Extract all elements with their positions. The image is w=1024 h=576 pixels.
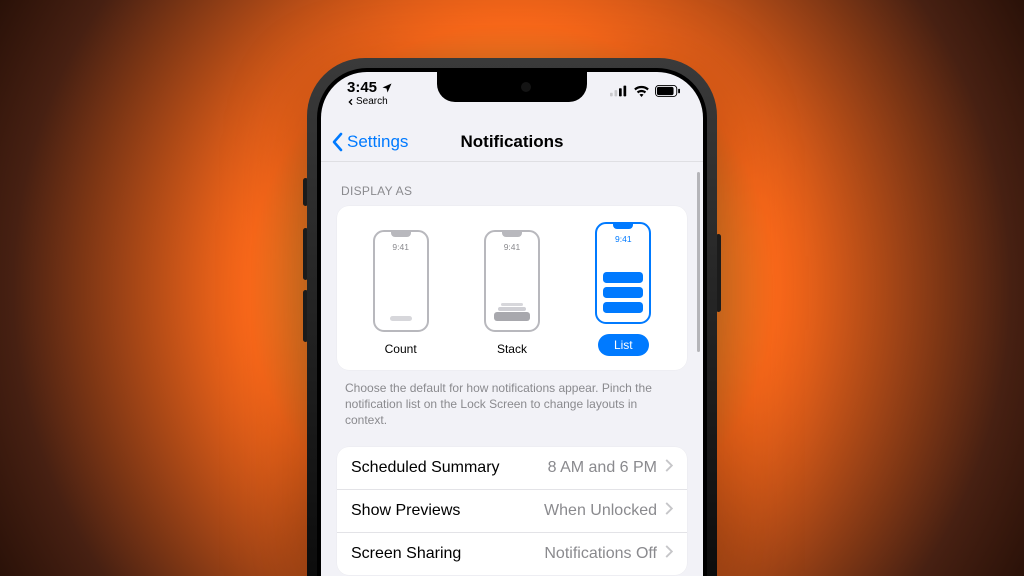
phone-mockup: 3:45 Search: [307, 58, 717, 576]
settings-content: DISPLAY AS 9:41 Count: [321, 164, 703, 576]
option-count-label: Count: [385, 342, 417, 356]
chevron-right-icon: [665, 459, 673, 477]
stack-preview-icon: 9:41: [484, 230, 540, 332]
section-header-display-as: DISPLAY AS: [337, 164, 687, 206]
chevron-right-icon: [665, 502, 673, 520]
row-screen-sharing[interactable]: Screen Sharing Notifications Off: [337, 533, 687, 575]
row-value: 8 AM and 6 PM: [548, 459, 657, 477]
page-title: Notifications: [321, 132, 703, 152]
option-count[interactable]: 9:41 Count: [373, 230, 429, 356]
row-value: Notifications Off: [544, 545, 657, 563]
row-label: Show Previews: [351, 502, 460, 520]
settings-list: Scheduled Summary 8 AM and 6 PM Show Pre…: [337, 447, 687, 575]
background-gradient: 3:45 Search: [0, 0, 1024, 576]
row-show-previews[interactable]: Show Previews When Unlocked: [337, 490, 687, 533]
section-footer: Choose the default for how notifications…: [337, 370, 687, 447]
phone-frame: 3:45 Search: [307, 58, 717, 576]
option-stack-label: Stack: [497, 342, 527, 356]
option-stack[interactable]: 9:41 Stack: [484, 230, 540, 356]
row-label: Scheduled Summary: [351, 459, 500, 477]
status-time: 3:45: [347, 80, 377, 96]
count-preview-icon: 9:41: [373, 230, 429, 332]
chevron-right-icon: [665, 545, 673, 563]
navigation-bar: Settings Notifications: [321, 122, 703, 162]
breadcrumb-label: Search: [356, 97, 388, 108]
display-as-card: 9:41 Count 9:41 Stack: [337, 206, 687, 370]
breadcrumb-back[interactable]: Search: [347, 97, 393, 108]
wifi-icon: [633, 84, 650, 101]
row-value: When Unlocked: [544, 502, 657, 520]
battery-icon: [655, 84, 681, 101]
row-scheduled-summary[interactable]: Scheduled Summary 8 AM and 6 PM: [337, 447, 687, 490]
option-list-label: List: [598, 334, 649, 356]
phone-screen: 3:45 Search: [321, 72, 703, 576]
location-icon: [381, 82, 393, 94]
option-list[interactable]: 9:41 List: [595, 222, 651, 356]
list-preview-icon: 9:41: [595, 222, 651, 324]
row-label: Screen Sharing: [351, 545, 461, 563]
notch: [437, 72, 587, 102]
cellular-icon: [610, 84, 628, 101]
